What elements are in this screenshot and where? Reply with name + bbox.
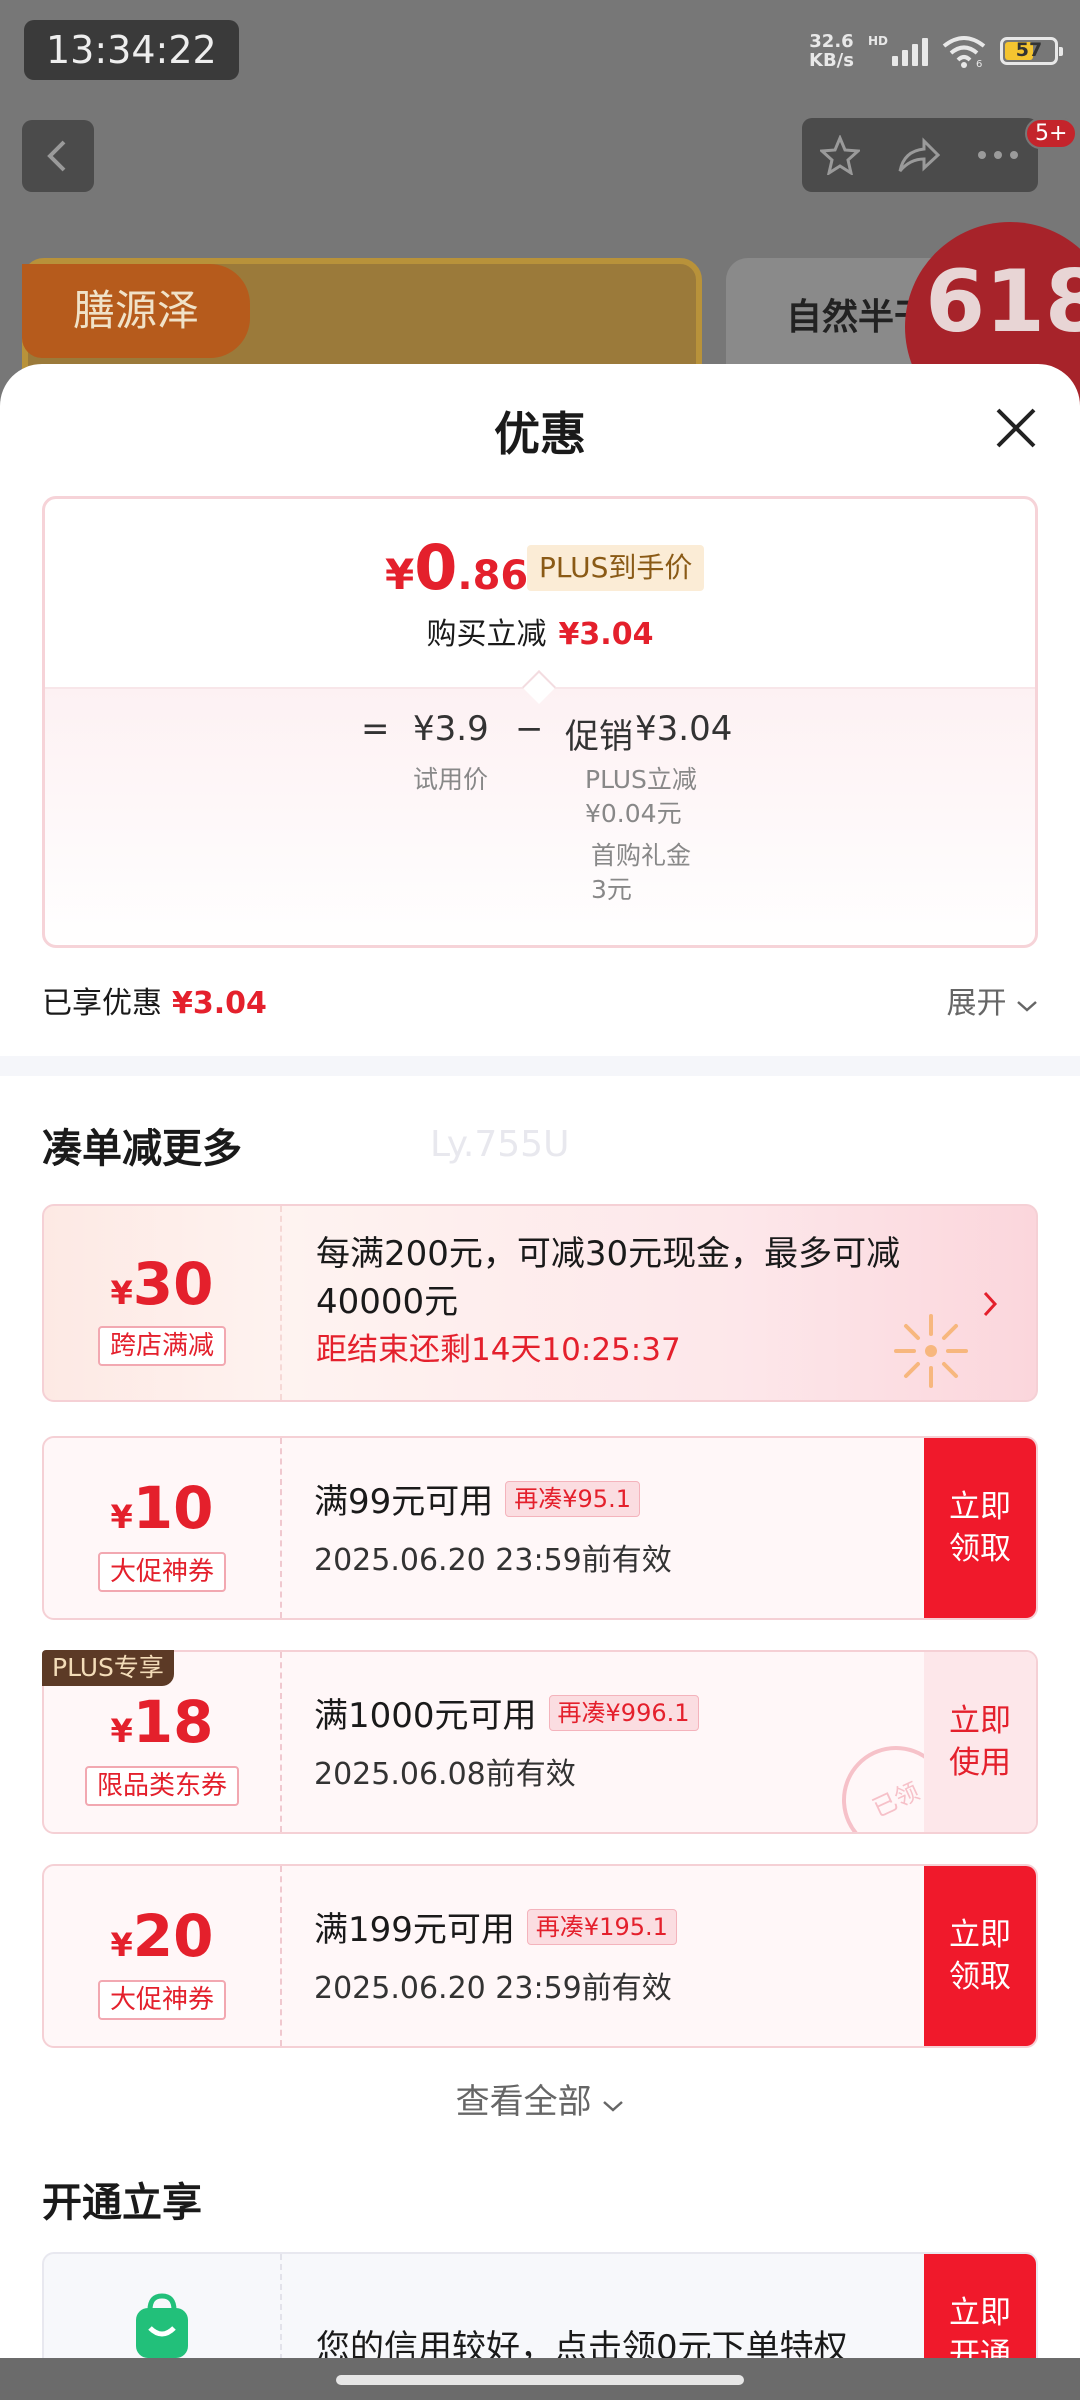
hd-indicator: HD — [867, 34, 888, 48]
close-icon[interactable] — [992, 404, 1040, 452]
plus-price-tag: PLUS到手价 — [527, 545, 705, 591]
sparkle-decoration — [894, 1314, 968, 1388]
instant-discount-line: 购买立减 ¥3.04 — [426, 617, 654, 652]
chevron-left-icon — [47, 140, 66, 172]
coupon-card: ¥10 大促神券 满99元可用 再凑¥95.1 2025.06.20 23:59前… — [42, 1436, 1038, 1620]
plus-exclusive-flag: PLUS专享 — [42, 1650, 174, 1686]
brand-logo: 膳源泽 — [22, 264, 250, 358]
more-icon[interactable] — [976, 149, 1020, 161]
section-heading-open: 开通立享 — [42, 2180, 202, 2226]
coupon-tag: 大促神券 — [97, 1552, 227, 1592]
coupon-card: ¥20 大促神券 满199元可用 再凑¥195.1 2025.06.20 23:5… — [42, 1864, 1038, 2048]
watermark: Ly.755U — [430, 1124, 570, 1165]
chevron-right-icon — [983, 1291, 998, 1317]
system-icons: 32.6 KB/s HD 6 57 — [809, 26, 1063, 76]
coupon-card: ¥18 限品类东券 满1000元可用 再凑¥996.1 2025.06.08前有效… — [42, 1650, 1038, 1834]
status-bar: 13:34:22 32.6 KB/s HD 6 57 — [0, 0, 1080, 100]
expand-button[interactable]: 展开 — [946, 978, 1038, 1022]
add-more-tag[interactable]: 再凑¥195.1 — [526, 1908, 677, 1945]
plus-discount-detail: PLUS立减 ¥0.04元 — [585, 765, 697, 828]
first-purchase-detail: 首购礼金 3元 — [591, 841, 692, 904]
discount-sheet: 优惠 ¥0.86 PLUS到手价 购买立减 ¥3.04 = ¥3.9 − 促销 ¥… — [0, 364, 1080, 2400]
sheet-title: 优惠 — [494, 407, 586, 461]
chevron-down-icon — [603, 2101, 624, 2112]
trial-price-label: 试用价 — [413, 765, 489, 794]
share-icon[interactable] — [896, 135, 940, 175]
claim-coupon-button[interactable]: 立即领取 — [924, 1438, 1036, 1618]
svg-text:6: 6 — [976, 59, 982, 68]
home-indicator-bar — [0, 2358, 1080, 2400]
add-more-tag[interactable]: 再凑¥95.1 — [505, 1480, 640, 1517]
use-coupon-button[interactable]: 立即使用 — [924, 1652, 1036, 1832]
back-button[interactable] — [22, 120, 94, 192]
star-icon[interactable] — [820, 135, 860, 175]
section-heading-more: 凑单减更多 — [42, 1126, 242, 1172]
final-price: ¥0.86 — [385, 531, 529, 604]
top-action-bar — [802, 118, 1038, 192]
shopping-bag-icon — [136, 2293, 188, 2358]
add-more-tag[interactable]: 再凑¥996.1 — [548, 1694, 699, 1731]
message-badge: 5+ — [1025, 118, 1078, 149]
network-speed: 32.6 KB/s — [809, 31, 854, 71]
section-divider — [0, 1056, 1080, 1076]
coupon-tag: 限品类东券 — [84, 1766, 240, 1806]
price-breakdown-card: ¥0.86 PLUS到手价 购买立减 ¥3.04 = ¥3.9 − 促销 ¥3.0… — [42, 496, 1038, 948]
countdown: 距结束还剩14天10:25:37 — [316, 1332, 681, 1368]
wifi-icon: 6 — [942, 36, 986, 68]
home-indicator[interactable] — [336, 2375, 744, 2385]
claim-coupon-button[interactable]: 立即领取 — [924, 1866, 1036, 2046]
battery-icon: 57 — [1000, 37, 1063, 65]
status-time: 13:34:22 — [24, 20, 239, 80]
signal-icon — [892, 36, 928, 66]
cross-store-promo-card[interactable]: ¥30 跨店满减 每满200元，可减30元现金，最多可减 40000元 距结束还… — [42, 1204, 1038, 1402]
promo-tag: 跨店满减 — [97, 1326, 227, 1366]
view-all-button[interactable]: 查看全部 — [0, 2074, 1080, 2123]
enjoyed-discount: 已享优惠 ¥3.04 — [42, 986, 267, 1021]
coupon-tag: 大促神券 — [97, 1980, 227, 2020]
chevron-down-icon — [1017, 1001, 1037, 1012]
